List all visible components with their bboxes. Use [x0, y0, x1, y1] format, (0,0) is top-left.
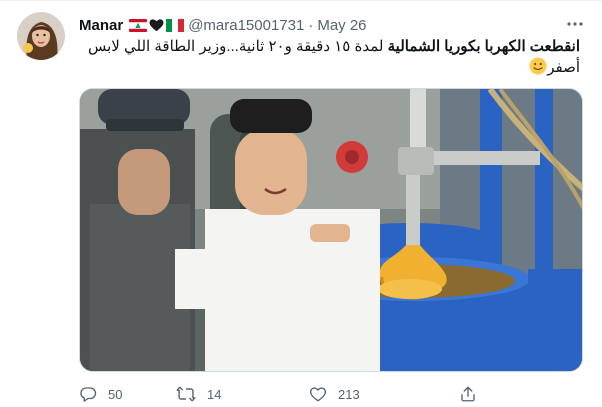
- heart-icon: [310, 387, 326, 402]
- lebanon-flag-icon: [129, 18, 148, 32]
- author-name[interactable]: Manar: [79, 17, 123, 34]
- reply-icon: [80, 387, 97, 402]
- separator-dot: ·: [308, 16, 314, 34]
- like-count: 213: [338, 386, 360, 402]
- author-handle[interactable]: @mara15001731: [188, 17, 304, 34]
- share-icon: [461, 386, 475, 402]
- italy-flag-icon: [166, 18, 185, 32]
- reply-button[interactable]: 50: [79, 384, 176, 404]
- tweet-actions: 50 14 213: [79, 384, 499, 404]
- avatar[interactable]: [17, 12, 65, 60]
- tweet-text: انقطعت الكهربا بكوريا الشمالية لمدة ١٥ د…: [80, 37, 580, 81]
- more-dots-icon: [567, 22, 583, 26]
- slightly-smiling-face-icon: [529, 57, 547, 81]
- tweet-header: Manar @mara15001731 · May 26: [79, 15, 367, 35]
- black-heart-icon: [149, 19, 164, 32]
- share-button[interactable]: [459, 384, 499, 404]
- tweet-date[interactable]: May 26: [317, 17, 366, 34]
- tweet-text-bold: انقطعت الكهربا بكوريا الشمالية: [387, 38, 580, 55]
- retweet-count: 14: [207, 386, 222, 402]
- retweet-icon: [176, 386, 196, 402]
- retweet-button[interactable]: 14: [176, 384, 309, 404]
- tweet-photo[interactable]: [79, 88, 583, 372]
- more-options-button[interactable]: [563, 12, 587, 36]
- tweet[interactable]: Manar @mara15001731 · May 26 انقطعت الكه…: [0, 0, 602, 407]
- like-button[interactable]: 213: [309, 384, 459, 404]
- reply-count: 50: [108, 386, 123, 402]
- name-emojis: [129, 18, 185, 32]
